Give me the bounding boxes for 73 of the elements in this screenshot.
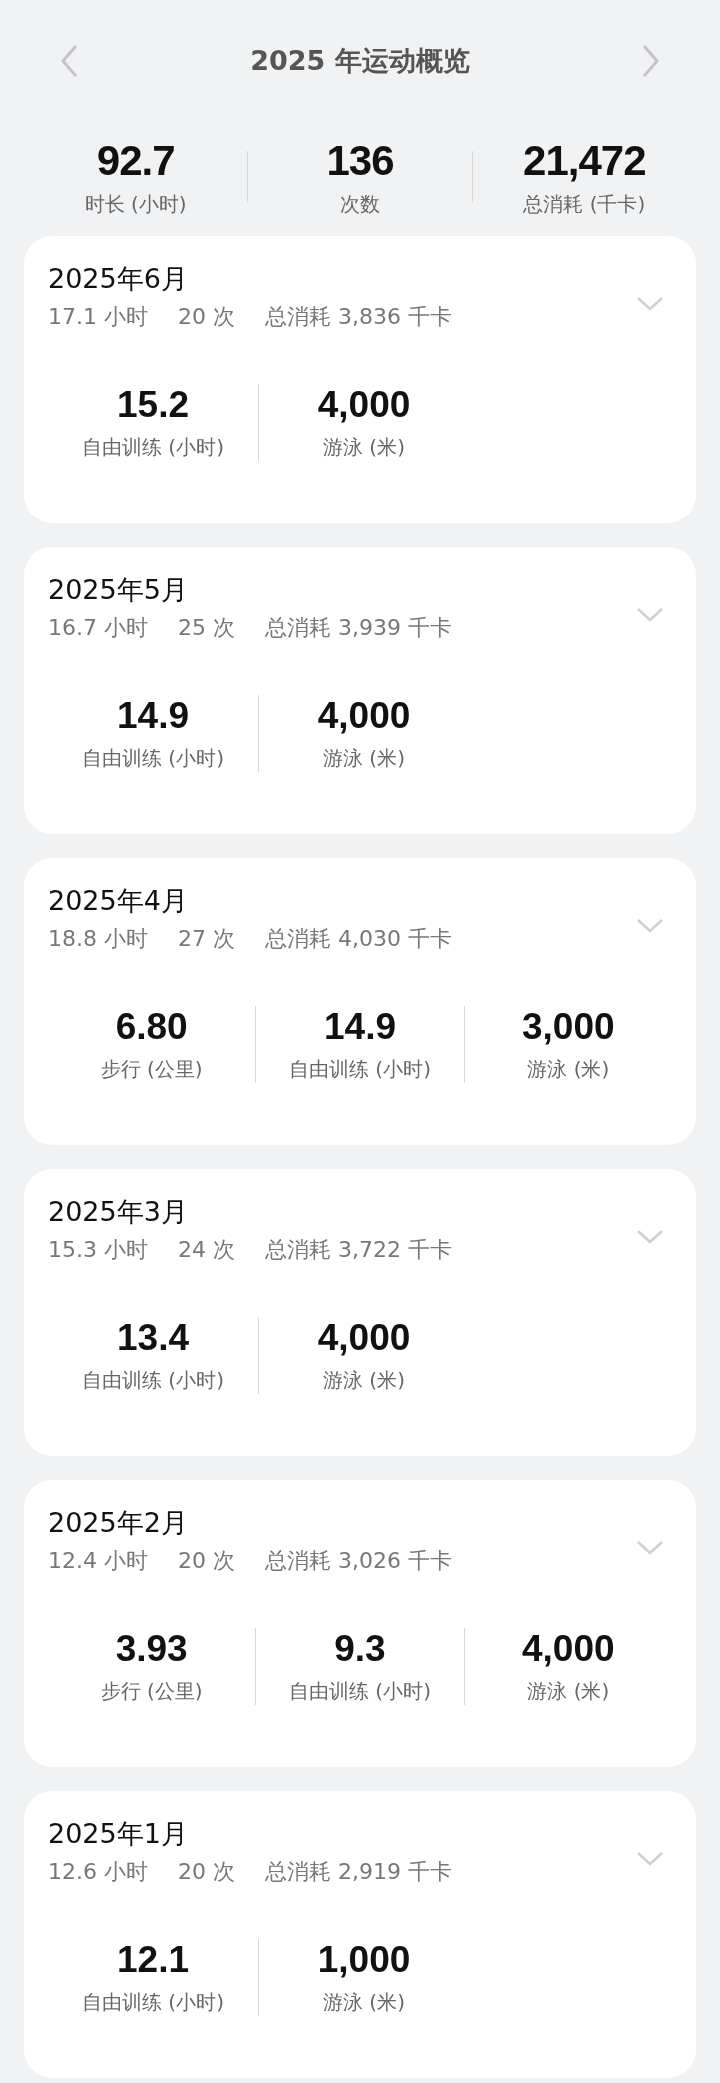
metric-label: 游泳 (米) (322, 1367, 406, 1394)
month-summary: 18.8 小时 (48, 925, 148, 953)
month-card[interactable]: 2025年5月 16.7 小时 25 次 总消耗 3,939 千卡 14.9 自由训练 (小时) 4,000 游泳 (米) (24, 547, 696, 834)
metric-label: 步行 (公里) (99, 1056, 204, 1083)
metric-label: 自由训练 (小时) (288, 1678, 432, 1705)
month-title: 2025年1月 (48, 1817, 189, 1851)
metric-label: 游泳 (米) (526, 1678, 611, 1705)
total-value: 21,472 (522, 136, 647, 185)
metric-value: 3,000 (521, 1006, 616, 1048)
month-summary: 12.6 小时 (48, 1858, 148, 1886)
month-summary: 20 次 (178, 1547, 235, 1575)
chevron-down-icon[interactable] (636, 1851, 664, 1867)
month-card[interactable]: 2025年3月 15.3 小时 24 次 总消耗 3,722 千卡 13.4 自由训练 (小时) 4,000 游泳 (米) (24, 1169, 696, 1456)
back-chevron-icon[interactable] (60, 44, 78, 78)
month-title: 2025年4月 (48, 884, 189, 918)
metric-value: 14.9 (116, 695, 190, 737)
metric-value: 12.1 (116, 1939, 190, 1981)
metric-value: 3.93 (114, 1628, 189, 1670)
metric-value: 9.3 (333, 1628, 387, 1670)
chevron-down-icon[interactable] (636, 1229, 664, 1245)
month-summary: 15.3 小时 (48, 1236, 148, 1264)
month-summary: 总消耗 3,722 千卡 (265, 1236, 452, 1264)
page-title: 2025 年运动概览 (250, 44, 470, 78)
chevron-down-icon[interactable] (636, 1540, 664, 1556)
forward-chevron-icon[interactable] (642, 44, 660, 78)
month-title: 2025年3月 (48, 1195, 189, 1229)
month-title: 2025年6月 (48, 262, 189, 296)
total-value: 92.7 (95, 136, 176, 185)
total-label: 时长 (小时) (83, 190, 188, 218)
chevron-down-icon[interactable] (636, 296, 664, 312)
metric-value: 4,000 (316, 695, 412, 737)
month-summary: 总消耗 3,939 千卡 (265, 614, 452, 642)
total-label: 总消耗 (千卡) (522, 190, 647, 218)
metric-value: 6.80 (114, 1006, 189, 1048)
month-summary: 总消耗 2,919 千卡 (265, 1858, 452, 1886)
month-card[interactable]: 2025年6月 17.1 小时 20 次 总消耗 3,836 千卡 15.2 自由训练 (小时) 4,000 游泳 (米) (24, 236, 696, 523)
month-summary: 27 次 (178, 925, 235, 953)
month-summary: 17.1 小时 (48, 303, 148, 331)
month-summary: 总消耗 3,836 千卡 (265, 303, 452, 331)
metric-label: 步行 (公里) (99, 1678, 204, 1705)
month-title: 2025年5月 (48, 573, 189, 607)
month-card[interactable]: 2025年2月 12.4 小时 20 次 总消耗 3,026 千卡 3.93 步行 (公里) 9.3 自由训练 (小时) 4,000 游泳 (米) (24, 1480, 696, 1767)
month-summary: 20 次 (178, 303, 235, 331)
month-summary: 总消耗 3,026 千卡 (265, 1547, 452, 1575)
chevron-down-icon[interactable] (636, 918, 664, 934)
metric-label: 自由训练 (小时) (81, 1367, 225, 1394)
metric-label: 游泳 (米) (322, 434, 406, 461)
month-card[interactable]: 2025年1月 12.6 小时 20 次 总消耗 2,919 千卡 12.1 自由训练 (小时) 1,000 游泳 (米) (24, 1791, 696, 2078)
month-card[interactable]: 2025年4月 18.8 小时 27 次 总消耗 4,030 千卡 6.80 步行 (公里) 14.9 自由训练 (小时) 3,000 游泳 (米) (24, 858, 696, 1145)
total-value: 136 (325, 136, 395, 185)
metric-value: 4,000 (316, 384, 412, 426)
metric-label: 自由训练 (小时) (288, 1056, 432, 1083)
metric-value: 13.4 (116, 1317, 190, 1359)
total-label: 次数 (339, 190, 381, 218)
metric-value: 4,000 (521, 1628, 616, 1670)
month-title: 2025年2月 (48, 1506, 189, 1540)
metric-label: 游泳 (米) (322, 1989, 406, 2016)
month-summary: 25 次 (178, 614, 235, 642)
metric-value: 15.2 (116, 384, 190, 426)
month-summary: 24 次 (178, 1236, 235, 1264)
month-summary: 16.7 小时 (48, 614, 148, 642)
month-summary: 总消耗 4,030 千卡 (265, 925, 452, 953)
month-summary: 20 次 (178, 1858, 235, 1886)
metric-value: 14.9 (323, 1006, 397, 1048)
metric-value: 4,000 (316, 1317, 412, 1359)
metric-label: 自由训练 (小时) (81, 1989, 225, 2016)
month-summary: 12.4 小时 (48, 1547, 148, 1575)
metric-label: 游泳 (米) (322, 745, 406, 772)
metric-label: 自由训练 (小时) (81, 434, 225, 461)
metric-label: 自由训练 (小时) (81, 745, 225, 772)
metric-value: 1,000 (316, 1939, 412, 1981)
metric-label: 游泳 (米) (526, 1056, 611, 1083)
chevron-down-icon[interactable] (636, 607, 664, 623)
